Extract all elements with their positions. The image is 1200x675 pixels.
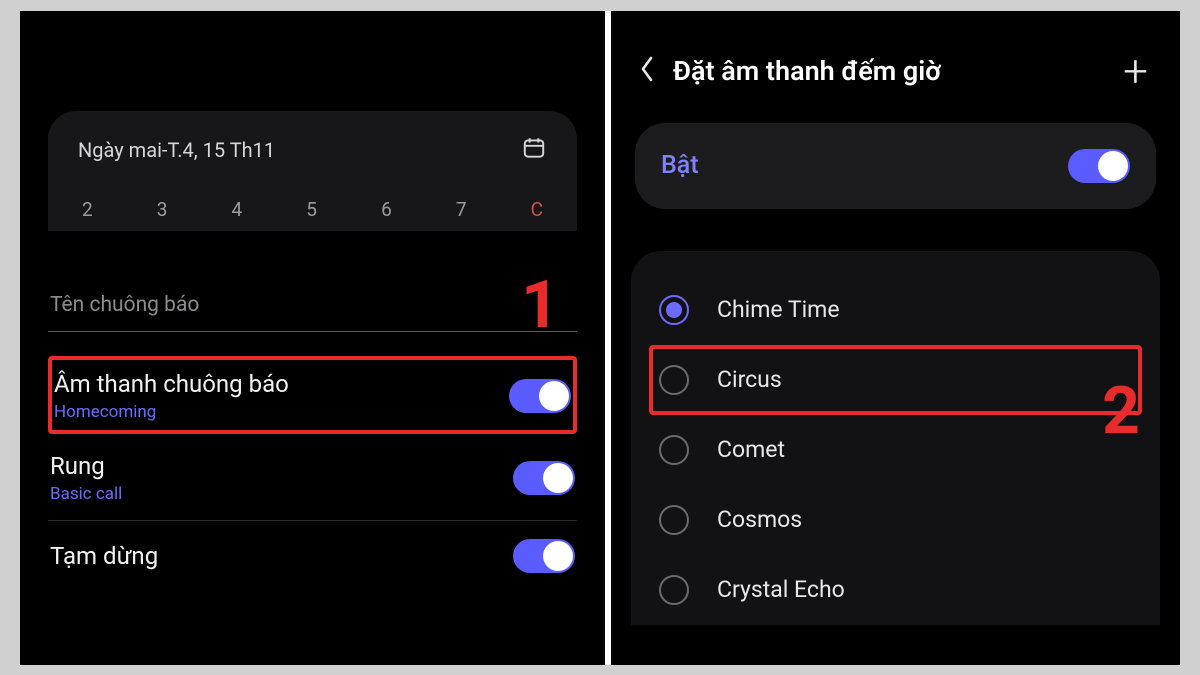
sound-list: Chime Time Circus Comet Cosmos Crystal E… [631,251,1160,625]
add-icon[interactable]: + [1123,60,1148,82]
sound-option[interactable]: Comet [649,415,1142,485]
snooze-toggle[interactable] [513,539,575,573]
snooze-row[interactable]: Tạm dừng [48,521,577,589]
alarm-name-placeholder: Tên chuông báo [50,293,199,317]
enable-sound-row[interactable]: Bật [635,123,1156,209]
sound-option[interactable]: Circus [649,345,1142,415]
annotation-step-2: 2 [1102,379,1140,445]
alarm-sound-title: Âm thanh chuông báo [54,370,289,398]
radio-icon [659,295,689,325]
alarm-sound-toggle[interactable] [509,379,571,413]
page-title: Đặt âm thanh đếm giờ [673,55,941,87]
date-card: Ngày mai-T.4, 15 Th11 2 3 4 5 6 7 C [48,111,577,231]
enable-toggle[interactable] [1068,149,1130,183]
sound-label: Crystal Echo [717,576,845,603]
alarm-date-text: Ngày mai-T.4, 15 Th11 [78,138,275,162]
alarm-sound-row[interactable]: Âm thanh chuông báo Homecoming [48,356,577,434]
sound-label: Cosmos [717,506,802,533]
snooze-title: Tạm dừng [50,542,158,570]
sound-option[interactable]: Chime Time [649,275,1142,345]
vibration-value: Basic call [50,484,122,504]
back-icon[interactable] [639,55,655,87]
alarm-name-input[interactable]: Tên chuông báo [48,287,577,332]
radio-icon [659,435,689,465]
sound-option[interactable]: Cosmos [649,485,1142,555]
timer-sound-screen: Đặt âm thanh đếm giờ + Bật Chime Time Ci… [611,11,1180,665]
sound-label: Chime Time [717,296,840,323]
sound-label: Circus [717,366,782,393]
sound-label: Comet [717,436,785,463]
enable-label: Bật [661,151,699,180]
radio-icon [659,505,689,535]
alarm-edit-screen: Ngày mai-T.4, 15 Th11 2 3 4 5 6 7 C Tên [20,11,605,665]
radio-icon [659,365,689,395]
sound-option[interactable]: Crystal Echo [649,555,1142,625]
annotation-step-1: 1 [521,273,559,339]
alarm-sound-value: Homecoming [54,402,289,422]
weekday-item[interactable]: 4 [232,198,243,221]
weekday-item[interactable]: 5 [306,198,317,221]
weekday-item[interactable]: C [531,198,543,221]
calendar-icon[interactable] [521,135,547,166]
vibration-title: Rung [50,452,122,480]
radio-icon [659,575,689,605]
weekday-item[interactable]: 6 [381,198,392,221]
weekday-row[interactable]: 2 3 4 5 6 7 C [78,198,547,221]
weekday-item[interactable]: 2 [82,198,93,221]
weekday-item[interactable]: 3 [157,198,168,221]
vibration-row[interactable]: Rung Basic call [48,434,577,521]
vibration-toggle[interactable] [513,461,575,495]
weekday-item[interactable]: 7 [456,198,467,221]
